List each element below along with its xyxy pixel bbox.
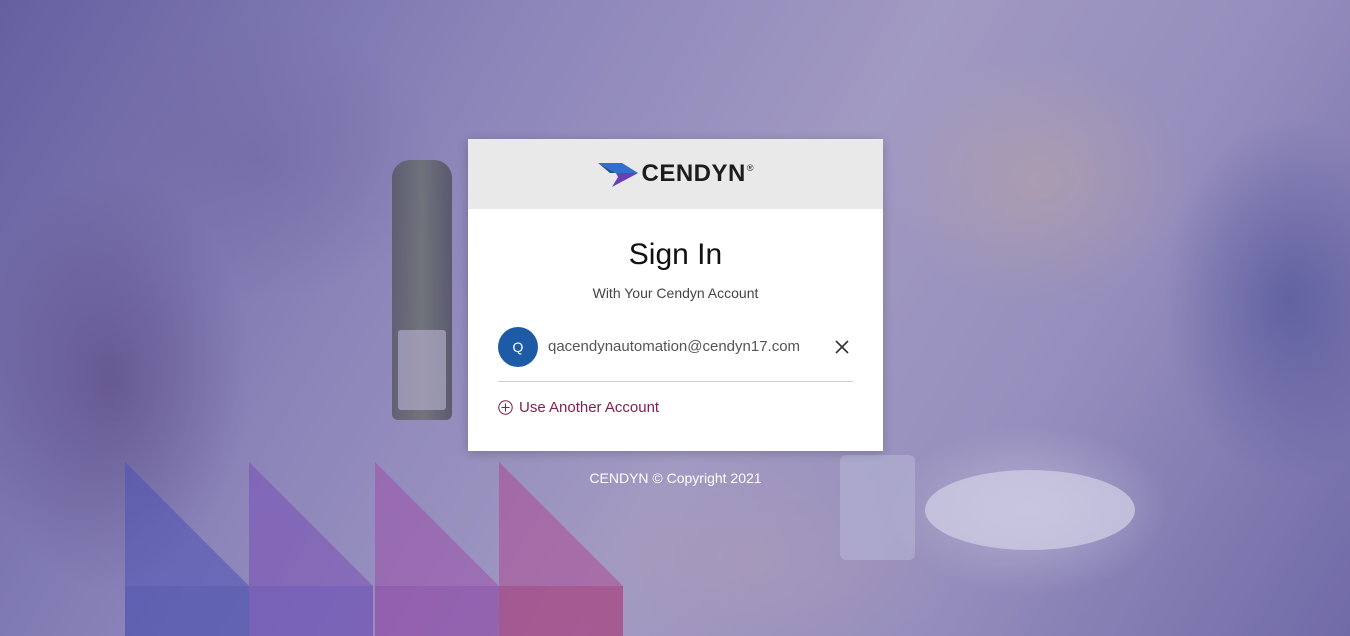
use-another-account-label: Use Another Account: [519, 399, 660, 416]
copyright-footer: CENDYN © Copyright 2021: [589, 470, 762, 486]
cendyn-logo-mark-icon: [597, 163, 638, 187]
card-header: CENDYN ®: [468, 139, 883, 209]
close-icon: [835, 340, 849, 354]
account-email: qacendynautomation@cendyn17.com: [548, 338, 801, 355]
use-another-account-link[interactable]: Use Another Account: [498, 399, 659, 416]
logo-registered-mark: ®: [746, 163, 754, 173]
page-subtitle: With Your Cendyn Account: [592, 285, 759, 301]
page-title: Sign In: [628, 238, 723, 271]
avatar: Q: [498, 327, 538, 367]
signin-card: CENDYN ® Sign In With Your Cendyn Accoun…: [468, 139, 883, 451]
remove-account-button[interactable]: [832, 327, 852, 367]
logo-text: CENDYN: [641, 160, 746, 187]
plus-circle-icon: [498, 400, 513, 415]
cendyn-logo: CENDYN ®: [597, 159, 754, 189]
avatar-initial: Q: [512, 339, 524, 355]
saved-account-item[interactable]: Q qacendynautomation@cendyn17.com: [498, 327, 853, 382]
